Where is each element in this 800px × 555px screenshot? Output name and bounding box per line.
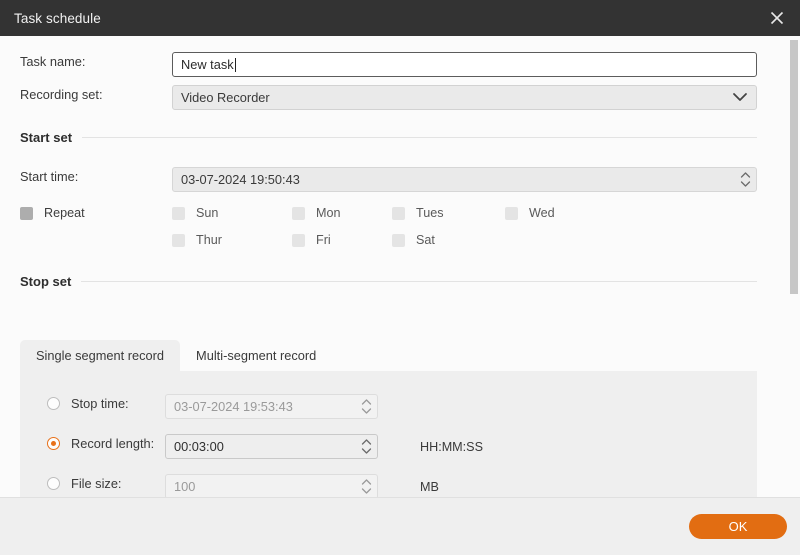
stop-set-panel: Stop time: 03-07-2024 19:53:43 Record le… xyxy=(20,371,757,497)
record-length-unit: HH:MM:SS xyxy=(420,440,483,454)
vertical-scrollbar-track[interactable] xyxy=(787,36,800,497)
vertical-scrollbar-thumb[interactable] xyxy=(790,40,798,294)
start-time-row: Start time: xyxy=(20,169,172,184)
day-label: Fri xyxy=(316,233,331,247)
tab-label: Single segment record xyxy=(36,348,165,363)
stop-set-tabs: Single segment record Multi-segment reco… xyxy=(20,340,332,371)
stop-time-input[interactable]: 03-07-2024 19:53:43 xyxy=(165,394,378,419)
checkbox-box xyxy=(20,206,33,220)
day-checkbox-sat[interactable]: Sat xyxy=(392,233,435,247)
recording-set-value: Video Recorder xyxy=(181,90,270,105)
file-size-value: 100 xyxy=(174,479,196,494)
checkbox-box xyxy=(292,206,305,220)
day-checkbox-mon[interactable]: Mon xyxy=(292,206,341,220)
stop-time-value: 03-07-2024 19:53:43 xyxy=(174,399,293,414)
stop-set-section-header: Stop set xyxy=(20,274,757,289)
checkbox-box xyxy=(392,206,405,220)
radio-file-size[interactable]: File size: xyxy=(47,476,122,491)
checkbox-box xyxy=(505,206,518,220)
checkbox-box xyxy=(392,233,405,247)
recording-set-row: Recording set: xyxy=(20,87,172,102)
day-checkbox-sun[interactable]: Sun xyxy=(172,206,218,220)
record-length-value: 00:03:00 xyxy=(174,439,224,454)
title-bar: Task schedule xyxy=(0,0,800,36)
day-label: Thur xyxy=(196,233,222,247)
tab-label: Multi-segment record xyxy=(196,348,317,363)
close-icon[interactable] xyxy=(764,6,790,30)
tab-multi-segment-record[interactable]: Multi-segment record xyxy=(180,340,332,371)
record-length-input[interactable]: 00:03:00 xyxy=(165,434,378,459)
day-label: Sat xyxy=(416,233,435,247)
record-length-label: Record length: xyxy=(71,436,155,451)
day-label: Tues xyxy=(416,206,444,220)
file-size-label: File size: xyxy=(71,476,122,491)
radio-dot xyxy=(47,437,60,450)
stop-time-spinner[interactable] xyxy=(359,398,373,415)
start-time-value: 03-07-2024 19:50:43 xyxy=(181,172,300,187)
stop-set-title: Stop set xyxy=(20,274,72,289)
day-checkbox-wed[interactable]: Wed xyxy=(505,206,555,220)
day-checkbox-fri[interactable]: Fri xyxy=(292,233,331,247)
ok-button[interactable]: OK xyxy=(689,514,787,539)
dialog-content: Task name: New task Recording set: Video… xyxy=(0,36,782,497)
file-size-unit: MB xyxy=(420,480,439,494)
task-name-label: Task name: xyxy=(20,54,86,69)
checkbox-box xyxy=(172,233,185,247)
start-time-input[interactable]: 03-07-2024 19:50:43 xyxy=(172,167,757,192)
repeat-label: Repeat xyxy=(44,206,85,220)
start-time-spinner[interactable] xyxy=(738,171,752,188)
text-caret xyxy=(234,57,236,72)
start-time-label: Start time: xyxy=(20,169,79,184)
day-label: Wed xyxy=(529,206,555,220)
task-name-value: New task xyxy=(181,57,234,72)
day-label: Sun xyxy=(196,206,219,220)
day-checkbox-thur[interactable]: Thur xyxy=(172,233,222,247)
task-name-row: Task name: xyxy=(20,54,172,69)
tab-single-segment-record[interactable]: Single segment record xyxy=(20,340,181,371)
section-divider xyxy=(82,137,757,138)
start-set-title: Start set xyxy=(20,130,73,145)
dialog-footer: OK xyxy=(0,497,800,555)
radio-stop-time[interactable]: Stop time: xyxy=(47,396,129,411)
recording-set-select[interactable]: Video Recorder xyxy=(172,85,757,110)
radio-record-length[interactable]: Record length: xyxy=(47,436,154,451)
section-divider xyxy=(81,281,757,282)
window-title: Task schedule xyxy=(14,10,101,26)
radio-dot xyxy=(47,477,60,490)
checkbox-box xyxy=(172,206,185,220)
stop-time-label: Stop time: xyxy=(71,396,129,411)
record-length-spinner[interactable] xyxy=(359,438,373,455)
start-set-section-header: Start set xyxy=(20,130,757,145)
radio-dot xyxy=(47,397,60,410)
dialog-scroll-viewport: Task name: New task Recording set: Video… xyxy=(0,36,800,497)
task-schedule-dialog: Task schedule Task name: New task Record… xyxy=(0,0,800,555)
file-size-spinner[interactable] xyxy=(359,478,373,495)
chevron-down-icon xyxy=(732,90,748,105)
repeat-checkbox[interactable]: Repeat xyxy=(20,206,85,220)
checkbox-box xyxy=(292,233,305,247)
recording-set-label: Recording set: xyxy=(20,87,103,102)
task-name-input[interactable]: New task xyxy=(172,52,757,77)
day-label: Mon xyxy=(316,206,341,220)
file-size-input[interactable]: 100 xyxy=(165,474,378,497)
day-checkbox-tues[interactable]: Tues xyxy=(392,206,444,220)
